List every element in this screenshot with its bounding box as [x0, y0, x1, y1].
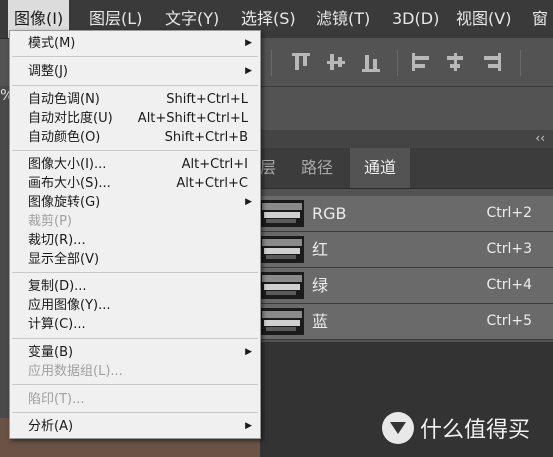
menu-item-duplicate[interactable]: 复制(D)...	[10, 277, 260, 296]
submenu-arrow-icon: ▶	[245, 421, 252, 431]
menu-item-label: 分析(A)	[28, 419, 74, 434]
submenu-arrow-icon: ▶	[245, 66, 252, 76]
menu-item-trap: 陷印(T)...	[10, 390, 260, 409]
watermark: 什么值得买	[382, 412, 530, 444]
menu-3d[interactable]: 3D(D)	[392, 0, 439, 38]
separator	[271, 50, 272, 76]
menu-separator	[12, 384, 258, 385]
menu-item-apply-data-set: 应用数据组(L)...	[10, 362, 260, 381]
options-bar	[260, 38, 553, 87]
menu-item-shortcut: Alt+Ctrl+I	[181, 157, 248, 172]
channel-shortcut: Ctrl+5	[486, 313, 532, 329]
channel-row-blue[interactable]: 蓝 Ctrl+5	[260, 304, 553, 340]
menu-item-label: 裁切(R)...	[28, 233, 86, 248]
channel-list: RGB Ctrl+2 红 Ctrl+3 绿 Ctrl+4 蓝 Ctrl+5	[260, 196, 553, 342]
menu-item-label: 模式(M)	[28, 36, 76, 51]
menu-separator	[12, 412, 258, 413]
menu-separator	[12, 338, 258, 339]
menu-item-shortcut: Shift+Ctrl+B	[164, 130, 248, 145]
menu-item-label: 计算(C)...	[28, 317, 86, 332]
menu-item-crop: 裁剪(P)	[10, 212, 260, 231]
menu-separator	[12, 150, 258, 151]
channel-thumbnail	[260, 236, 304, 263]
menu-item-image-rotation[interactable]: 图像旋转(G) ▶	[10, 193, 260, 212]
menu-item-shortcut: Alt+Ctrl+C	[176, 176, 248, 191]
menu-item-auto-color[interactable]: 自动颜色(O) Shift+Ctrl+B	[10, 128, 260, 147]
menu-item-shortcut: Shift+Ctrl+L	[166, 92, 248, 107]
menu-item-auto-contrast[interactable]: 自动对比度(U) Alt+Shift+Ctrl+L	[10, 109, 260, 128]
channel-row-red[interactable]: 红 Ctrl+3	[260, 232, 553, 268]
menu-item-variables[interactable]: 变量(B) ▶	[10, 343, 260, 362]
menu-separator	[12, 85, 258, 86]
menu-item-analysis[interactable]: 分析(A) ▶	[10, 417, 260, 436]
menu-item-adjustments[interactable]: 调整(J) ▶	[10, 62, 260, 81]
menu-item-reveal-all[interactable]: 显示全部(V)	[10, 250, 260, 269]
align-hcenter-icon[interactable]	[444, 51, 466, 73]
menu-item-apply-image[interactable]: 应用图像(Y)...	[10, 296, 260, 315]
menu-item-label: 裁剪(P)	[28, 214, 72, 229]
submenu-arrow-icon: ▶	[245, 38, 252, 48]
menu-filter[interactable]: 滤镜(T)	[316, 0, 370, 38]
menu-item-label: 图像大小(I)...	[28, 157, 107, 172]
menu-item-label: 陷印(T)...	[28, 392, 85, 407]
channel-name: 绿	[312, 276, 329, 295]
menu-item-label: 变量(B)	[28, 345, 74, 360]
align-right-icon[interactable]	[480, 51, 502, 73]
align-vcenter-icon[interactable]	[325, 51, 347, 73]
menu-item-label: 应用图像(Y)...	[28, 298, 111, 313]
menu-separator	[12, 56, 258, 57]
collapse-panel-icon[interactable]: ‹‹	[535, 131, 545, 145]
panel-header	[260, 130, 553, 148]
menu-item-shortcut: Alt+Shift+Ctrl+L	[137, 111, 248, 126]
menu-item-label: 自动对比度(U)	[28, 111, 113, 126]
channel-name: RGB	[312, 204, 347, 223]
menu-item-label: 图像旋转(G)	[28, 195, 101, 210]
menu-item-image-size[interactable]: 图像大小(I)... Alt+Ctrl+I	[10, 155, 260, 174]
separator	[397, 50, 398, 76]
menu-item-calculations[interactable]: 计算(C)...	[10, 315, 260, 334]
channel-shortcut: Ctrl+2	[486, 205, 532, 221]
menu-item-auto-tone[interactable]: 自动色调(N) Shift+Ctrl+L	[10, 90, 260, 109]
menu-item-label: 应用数据组(L)...	[28, 364, 123, 379]
menu-item-label: 自动颜色(O)	[28, 130, 101, 145]
menu-item-label: 画布大小(S)...	[28, 176, 111, 191]
tab-layers[interactable]: 层	[260, 148, 276, 188]
menu-separator	[12, 272, 258, 273]
channel-shortcut: Ctrl+3	[486, 241, 532, 257]
submenu-arrow-icon: ▶	[245, 197, 252, 207]
menu-item-label: 显示全部(V)	[28, 252, 100, 267]
smzdm-logo-icon	[382, 412, 414, 444]
menu-item-label: 调整(J)	[28, 64, 68, 79]
align-bottom-icon[interactable]	[360, 51, 382, 73]
channel-name: 红	[312, 240, 329, 259]
align-top-icon[interactable]	[290, 51, 312, 73]
separator	[520, 50, 521, 76]
menu-item-mode[interactable]: 模式(M) ▶	[10, 34, 260, 53]
watermark-text: 什么值得买	[420, 418, 531, 443]
channel-thumbnail	[260, 272, 304, 299]
submenu-arrow-icon: ▶	[245, 347, 252, 357]
channel-row-green[interactable]: 绿 Ctrl+4	[260, 268, 553, 304]
menu-view[interactable]: 视图(V)	[456, 0, 511, 38]
panel-tabs: 层 路径 通道	[260, 148, 553, 189]
menu-item-label: 自动色调(N)	[28, 92, 100, 107]
menu-window[interactable]: 窗	[532, 0, 548, 38]
channel-name: 蓝	[312, 312, 329, 331]
channel-thumbnail	[260, 200, 304, 227]
tab-channels[interactable]: 通道	[350, 148, 411, 188]
menu-item-trim[interactable]: 裁切(R)...	[10, 231, 260, 250]
channel-row-rgb[interactable]: RGB Ctrl+2	[260, 196, 553, 232]
menu-item-label: 复制(D)...	[28, 279, 87, 294]
menu-item-canvas-size[interactable]: 画布大小(S)... Alt+Ctrl+C	[10, 174, 260, 193]
channel-thumbnail	[260, 308, 304, 335]
image-menu-dropdown: 模式(M) ▶ 调整(J) ▶ 自动色调(N) Shift+Ctrl+L 自动对…	[9, 30, 261, 439]
align-left-icon[interactable]	[410, 51, 432, 73]
tab-paths[interactable]: 路径	[301, 148, 333, 188]
channel-shortcut: Ctrl+4	[486, 277, 532, 293]
